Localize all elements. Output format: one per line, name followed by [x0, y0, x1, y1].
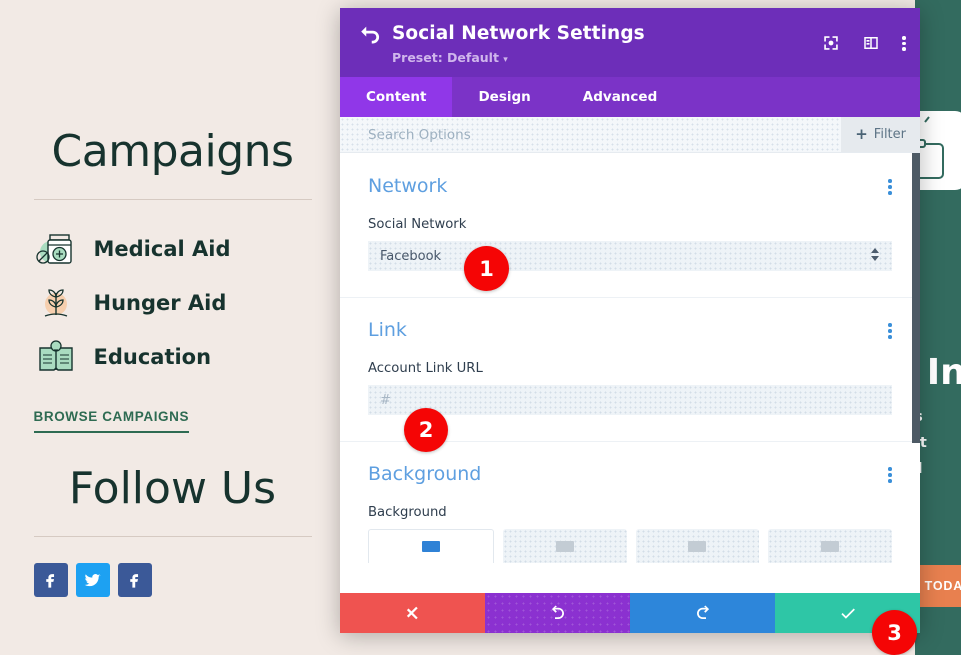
tab-advanced[interactable]: Advanced: [557, 77, 683, 117]
focus-view-icon[interactable]: [822, 34, 840, 52]
preset-selector[interactable]: Preset: Default ▾: [392, 50, 902, 65]
account-link-url-placeholder: #: [368, 393, 391, 408]
tab-content[interactable]: Content: [340, 77, 452, 117]
divider: [34, 199, 312, 200]
facebook-icon[interactable]: [118, 563, 152, 597]
background-label: Background: [368, 505, 892, 520]
x-icon: [404, 604, 422, 622]
campaigns-sidebar: Campaigns Medical Aid: [0, 0, 345, 655]
browse-campaigns-wrap: BROWSE CAMPAIGNS: [34, 408, 312, 433]
preset-label: Preset: Default: [392, 50, 499, 65]
background-video-tab[interactable]: [768, 529, 892, 563]
more-options-icon[interactable]: [902, 34, 906, 52]
chevron-down-icon: ▾: [503, 55, 508, 65]
social-network-settings-modal: Social Network Settings Preset: Default …: [340, 8, 920, 633]
section-network: Network Social Network Facebook: [340, 153, 920, 297]
background-color-tab[interactable]: [368, 529, 494, 563]
undo-arrow-icon: [549, 604, 567, 622]
cancel-button[interactable]: [340, 593, 485, 633]
social-network-select[interactable]: Facebook: [368, 241, 892, 271]
section-options-icon[interactable]: [888, 323, 892, 341]
social-network-label: Social Network: [368, 217, 892, 232]
social-network-value: Facebook: [368, 249, 441, 264]
section-title: Network: [368, 175, 447, 197]
undo-button[interactable]: [485, 593, 630, 633]
campaign-list: Medical Aid Hunger Aid: [34, 222, 312, 384]
filter-button[interactable]: + Filter: [841, 117, 920, 152]
gradient-swatch-icon: [556, 541, 574, 552]
open-book-idea-icon: [34, 335, 78, 379]
search-input[interactable]: [340, 127, 841, 143]
plus-icon: +: [855, 127, 868, 142]
check-icon: [839, 604, 857, 622]
settings-scroll-area: Network Social Network Facebook Link Acc…: [340, 153, 920, 593]
callout-badge-2: 2: [404, 408, 448, 452]
section-options-icon[interactable]: [888, 467, 892, 485]
get-involved-panel: $ Get Involved Non lacus parturient quam…: [915, 0, 961, 655]
list-item-label: Education: [94, 345, 212, 369]
search-bar: + Filter: [340, 117, 920, 153]
tab-design[interactable]: Design: [452, 77, 556, 117]
panel-body: Non lacus parturient quam sed pretium: [915, 404, 961, 508]
divider: [34, 536, 312, 537]
section-options-icon[interactable]: [888, 179, 892, 197]
modal-title: Social Network Settings: [392, 23, 645, 44]
callout-badge-3: 3: [872, 610, 917, 655]
modal-scrollbar[interactable]: [912, 153, 920, 443]
background-image-tab[interactable]: [636, 529, 760, 563]
facebook-icon[interactable]: [34, 563, 68, 597]
twitter-icon[interactable]: [76, 563, 110, 597]
modal-body: Network Social Network Facebook Link Acc…: [340, 153, 920, 593]
account-link-url-label: Account Link URL: [368, 361, 892, 376]
list-item-label: Medical Aid: [94, 237, 231, 261]
page-title: Campaigns: [52, 126, 294, 177]
callout-badge-1: 1: [464, 246, 509, 291]
donation-speech-bubble-icon: $: [915, 96, 961, 246]
split-layout-icon[interactable]: [862, 34, 880, 52]
background-type-tabs: [368, 529, 892, 563]
list-item-label: Hunger Aid: [94, 291, 227, 315]
modal-header: Social Network Settings Preset: Default …: [340, 8, 920, 77]
follow-us-title: Follow Us: [69, 463, 276, 514]
account-link-url-input[interactable]: #: [368, 385, 892, 415]
section-title: Background: [368, 463, 481, 485]
select-arrows-icon: [871, 248, 880, 264]
medicine-bottle-icon: [34, 227, 78, 271]
browse-campaigns-link[interactable]: BROWSE CAMPAIGNS: [34, 409, 190, 433]
filter-label: Filter: [874, 127, 906, 142]
back-arrow-icon[interactable]: [358, 22, 380, 44]
list-item[interactable]: Hunger Aid: [34, 276, 312, 330]
redo-arrow-icon: [694, 604, 712, 622]
join-today-button[interactable]: JOIN TODAY: [915, 565, 961, 607]
section-title: Link: [368, 319, 407, 341]
social-follow-row: [34, 563, 312, 597]
modal-tabs: Content Design Advanced: [340, 77, 920, 117]
image-swatch-icon: [688, 541, 706, 552]
color-swatch-icon: [422, 541, 440, 552]
section-background: Background Background: [340, 441, 920, 563]
modal-footer: [340, 593, 920, 633]
redo-button[interactable]: [630, 593, 775, 633]
list-item[interactable]: Education: [34, 330, 312, 384]
video-swatch-icon: [821, 541, 839, 552]
panel-heading: Get Involved: [915, 352, 961, 393]
background-gradient-tab[interactable]: [503, 529, 627, 563]
plant-sprout-icon: [34, 281, 78, 325]
list-item[interactable]: Medical Aid: [34, 222, 312, 276]
